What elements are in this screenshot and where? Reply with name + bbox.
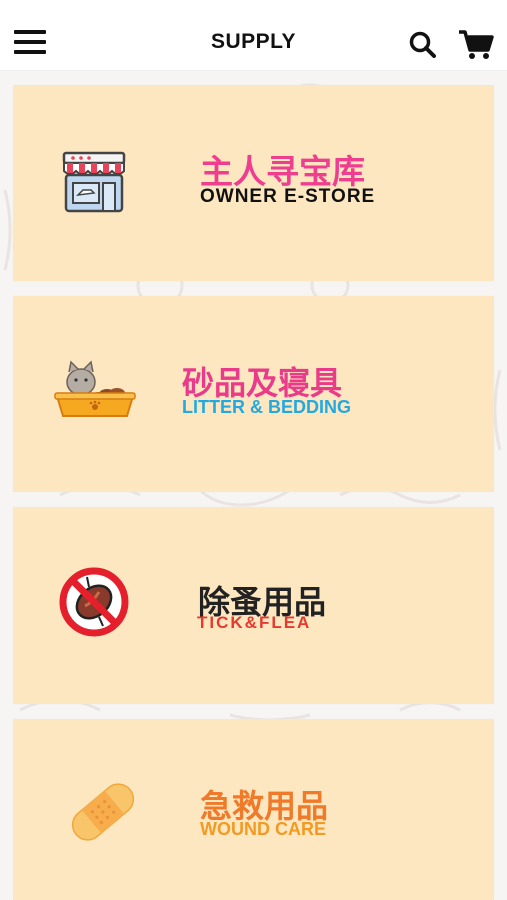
category-card-tick-flea[interactable]: 除蚤用品 TICK&FLEA (13, 507, 494, 704)
page-title: SUPPLY (210, 30, 297, 53)
litter-box-cat-icon (54, 360, 136, 417)
no-flea-icon (59, 567, 129, 637)
category-title-en: TICK&FLEA (197, 613, 312, 632)
category-title-en: WOUND CARE (200, 819, 326, 839)
category-card-litter-bedding[interactable]: 砂品及寝具 LITTER & BEDDING (13, 296, 494, 492)
hamburger-menu-icon[interactable] (14, 30, 46, 58)
top-app-bar: SUPPLY (0, 0, 507, 71)
storefront-icon (62, 151, 126, 213)
bandage-icon (71, 783, 135, 841)
search-icon[interactable] (408, 30, 438, 60)
category-card-owner-estore[interactable]: 主人寻宝库 OWNER E-STORE (13, 85, 494, 281)
category-title-en: OWNER E-STORE (200, 186, 376, 207)
shopping-cart-icon[interactable] (458, 29, 494, 61)
category-card-wound-care[interactable]: 急救用品 WOUND CARE (13, 719, 494, 900)
category-title-en: LITTER & BEDDING (182, 397, 351, 417)
